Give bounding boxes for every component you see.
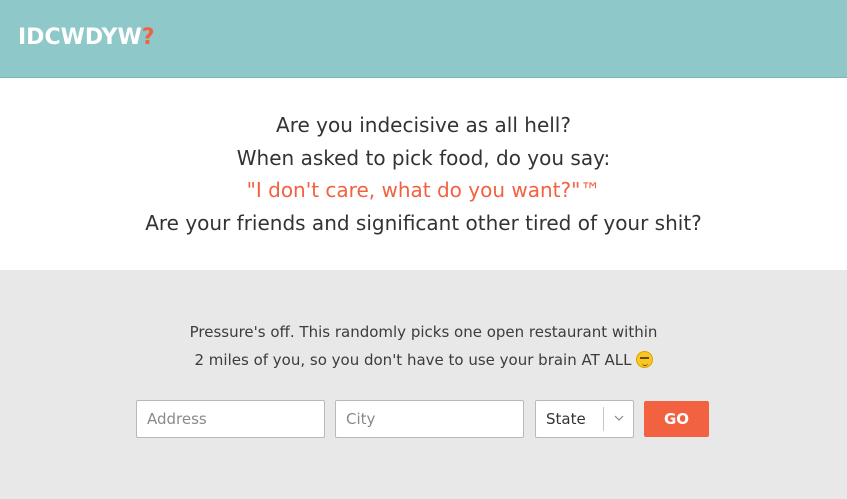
- description-line-2: 2 miles of you, so you don't have to use…: [0, 349, 847, 371]
- hero-line-1: Are you indecisive as all hell?: [276, 113, 571, 137]
- address-input[interactable]: [136, 400, 325, 438]
- hero-section: Are you indecisive as all hell? When ask…: [0, 78, 847, 270]
- state-select[interactable]: State: [535, 400, 634, 438]
- chevron-down-icon: [614, 415, 624, 421]
- city-input[interactable]: [335, 400, 524, 438]
- smirk-emoji-icon: [635, 351, 653, 368]
- description-line-1: Pressure's off. This randomly picks one …: [189, 323, 658, 341]
- logo-text: IDCWDYW: [18, 25, 142, 50]
- site-logo[interactable]: IDCWDYW?: [18, 24, 154, 52]
- description-line-2-text: 2 miles of you, so you don't have to use…: [194, 351, 632, 369]
- logo-question-mark: ?: [141, 25, 155, 50]
- hero-quote: "I don't care, what do you want?"™: [246, 178, 601, 202]
- top-header: IDCWDYW?: [0, 0, 847, 78]
- state-divider: [603, 407, 604, 431]
- search-panel: Pressure's off. This randomly picks one …: [0, 270, 847, 499]
- go-button[interactable]: GO: [644, 401, 709, 437]
- state-selected-value: State: [546, 410, 586, 428]
- hero-line-2: When asked to pick food, do you say:: [236, 146, 611, 170]
- hero-line-4: Are your friends and significant other t…: [145, 211, 702, 235]
